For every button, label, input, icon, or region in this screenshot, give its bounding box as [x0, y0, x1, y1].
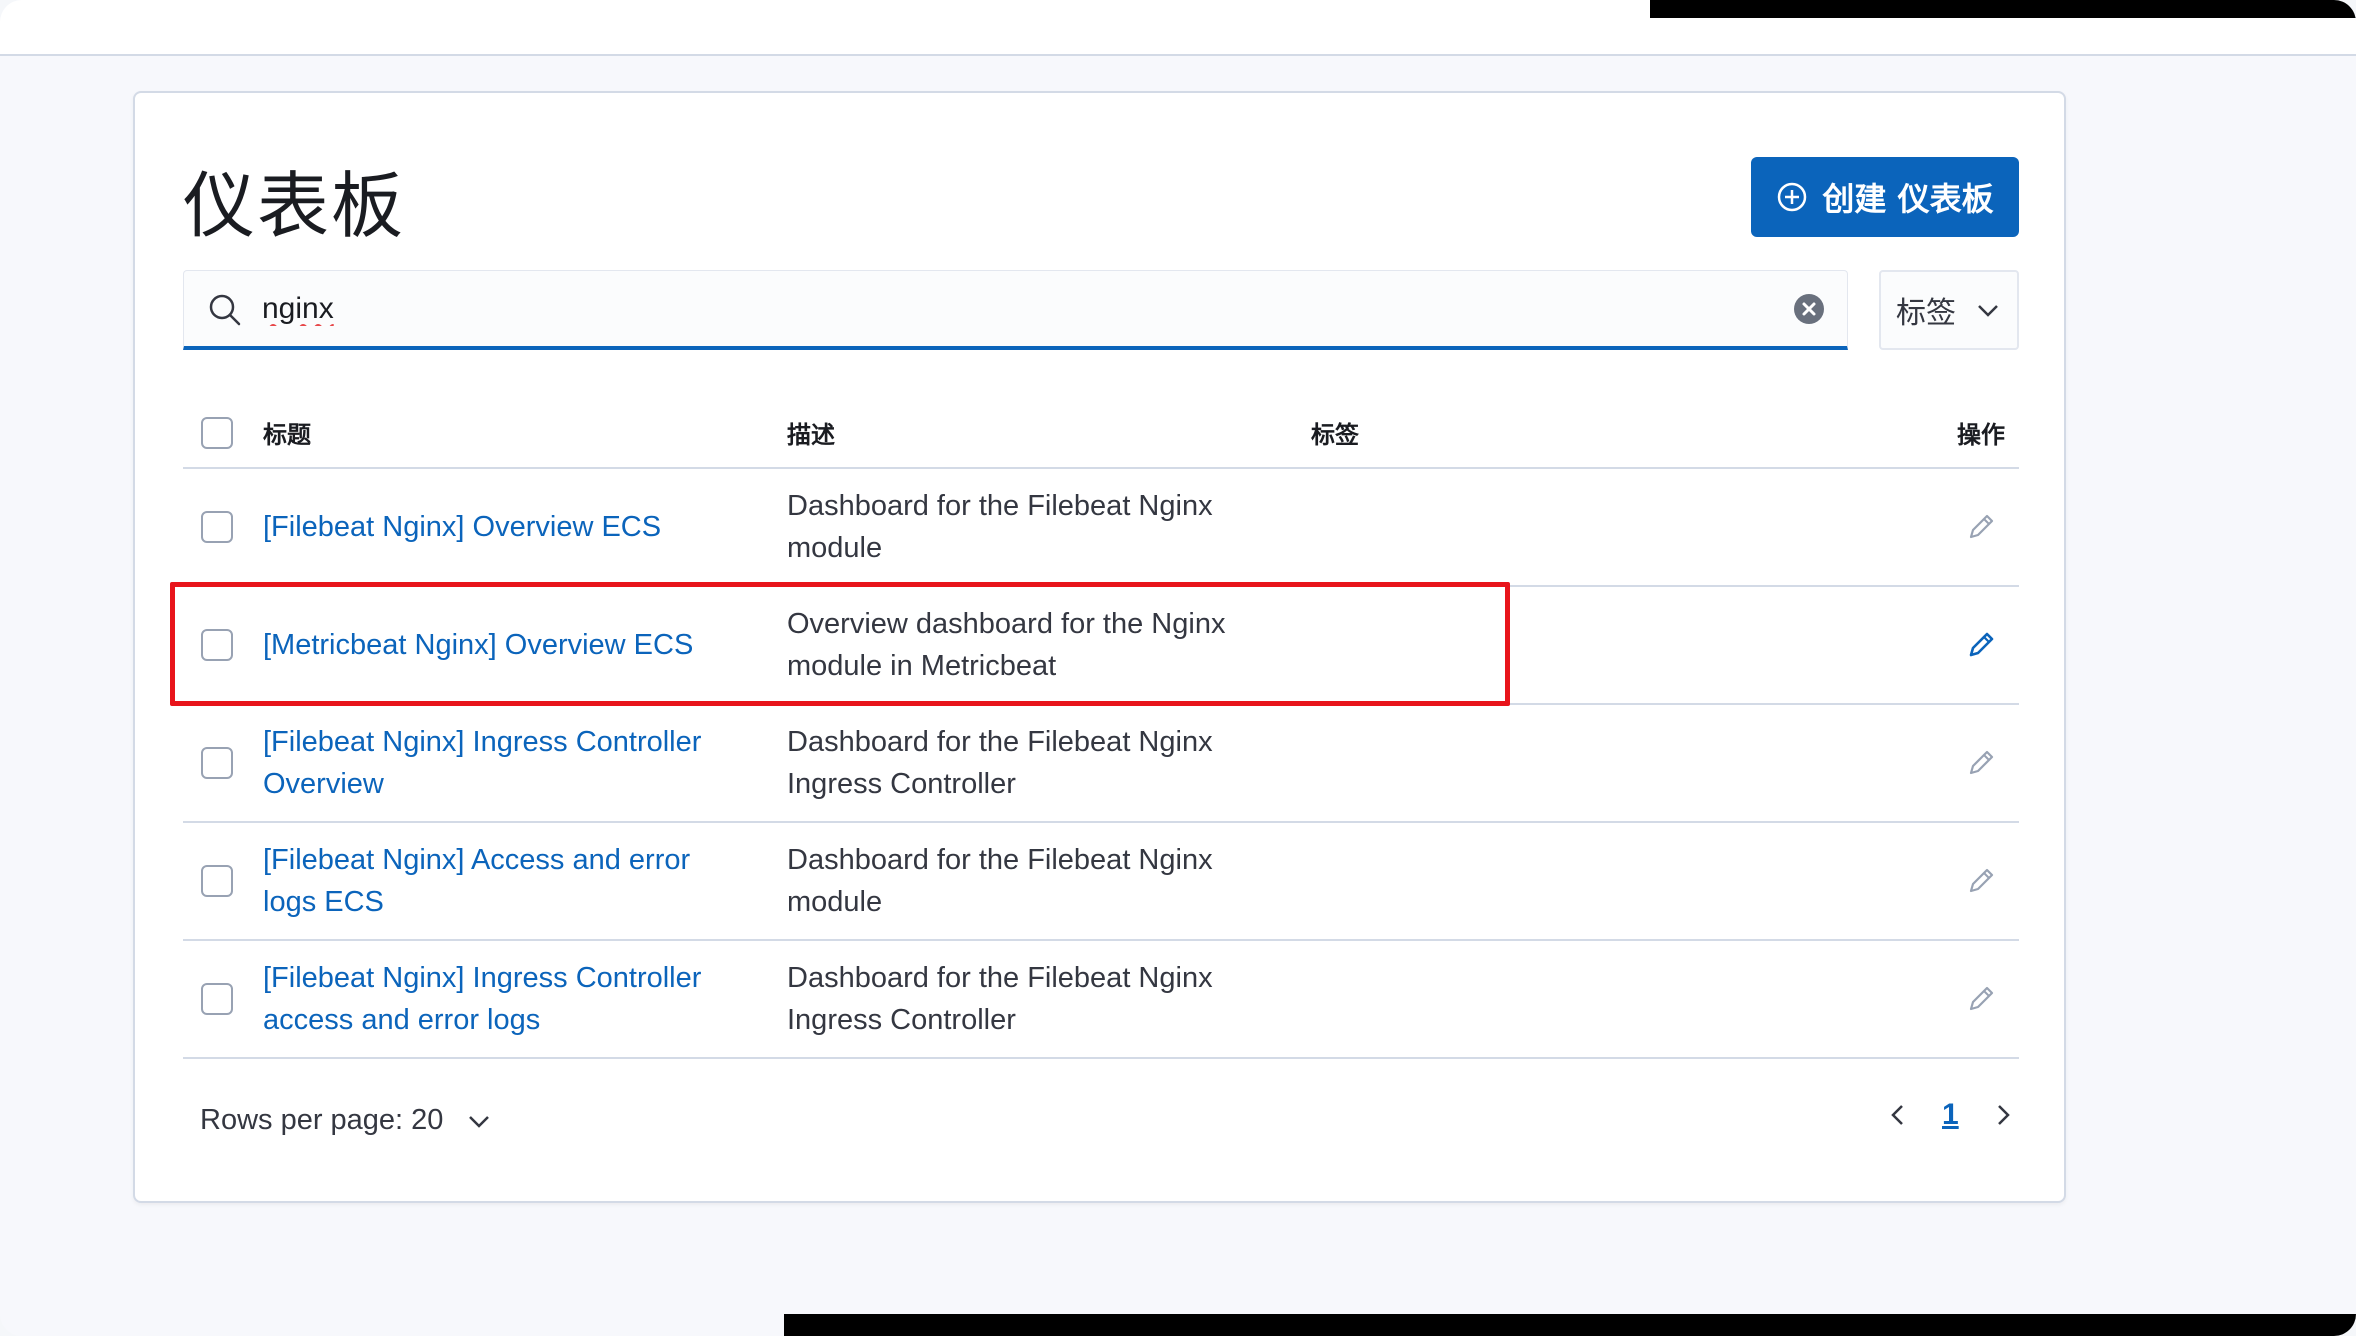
search-icon: [209, 294, 241, 326]
top-dark-strip: [1650, 0, 2356, 18]
row-checkbox[interactable]: [201, 983, 233, 1015]
page-title: 仪表板: [183, 164, 406, 248]
pencil-icon[interactable]: [1963, 981, 1999, 1017]
bottom-dark-strip: [784, 1314, 2356, 1336]
tags-filter-label: 标签: [1896, 296, 1956, 331]
create-dashboard-label: 创建 仪表板: [1822, 180, 1994, 218]
dashboard-title-link[interactable]: [Filebeat Nginx] Access and error logs E…: [263, 823, 733, 939]
rows-per-page-label: Rows per page: 20: [200, 1104, 444, 1136]
dashboards-table: 标题 描述 标签 操作 [Filebeat Nginx] Overview EC…: [183, 393, 2019, 1059]
column-tags: 标签: [1311, 421, 1359, 449]
table-header: 标题 描述 标签 操作: [183, 393, 2019, 469]
create-dashboard-button[interactable]: 创建 仪表板: [1751, 157, 2019, 237]
dashboard-description: Dashboard for the Filebeat Nginx Ingress…: [787, 962, 1213, 1036]
dashboard-title-link[interactable]: [Filebeat Nginx] Ingress Controller Over…: [263, 705, 733, 821]
page-number-button[interactable]: 1: [1942, 1098, 1959, 1132]
pencil-icon[interactable]: [1963, 509, 1999, 545]
dashboard-title-link[interactable]: [Filebeat Nginx] Ingress Controller acce…: [263, 941, 733, 1057]
table-row: [Filebeat Nginx] Access and error logs E…: [183, 823, 2019, 941]
chevron-right-icon[interactable]: [1989, 1101, 2017, 1129]
table-row: [Metricbeat Nginx] Overview ECS Overview…: [183, 587, 2019, 705]
select-all-checkbox[interactable]: [201, 417, 233, 449]
dashboard-description: Dashboard for the Filebeat Nginx module: [787, 490, 1213, 564]
table-row: [Filebeat Nginx] Ingress Controller Over…: [183, 705, 2019, 823]
search-input[interactable]: [262, 285, 1742, 333]
column-actions: 操作: [1957, 421, 2005, 449]
dashboard-description: Overview dashboard for the Nginx module …: [787, 608, 1226, 682]
pagination: 1: [1884, 1098, 2017, 1132]
table-row: [Filebeat Nginx] Overview ECS Dashboard …: [183, 469, 2019, 587]
dashboard-description: Dashboard for the Filebeat Nginx module: [787, 844, 1213, 918]
pencil-icon[interactable]: [1963, 745, 1999, 781]
chevron-left-icon[interactable]: [1884, 1101, 1912, 1129]
row-checkbox[interactable]: [201, 747, 233, 779]
tags-filter-button[interactable]: 标签: [1879, 270, 2019, 350]
dashboard-title-link[interactable]: [Filebeat Nginx] Overview ECS: [263, 469, 733, 585]
plus-circle-icon: [1778, 182, 1807, 212]
chevron-down-icon: [469, 1115, 490, 1128]
pencil-icon[interactable]: [1963, 627, 1999, 663]
dashboard-description: Dashboard for the Filebeat Nginx Ingress…: [787, 726, 1213, 800]
row-checkbox[interactable]: [201, 511, 233, 543]
dashboards-panel: 仪表板 创建 仪表板 标签: [133, 91, 2066, 1203]
rows-per-page-selector[interactable]: Rows per page: 20: [200, 1104, 493, 1137]
dashboard-title-link[interactable]: [Metricbeat Nginx] Overview ECS: [263, 587, 733, 703]
pencil-icon[interactable]: [1963, 863, 1999, 899]
column-description[interactable]: 描述: [787, 415, 835, 450]
row-checkbox[interactable]: [201, 865, 233, 897]
chevron-down-icon: [1978, 305, 1998, 317]
column-title[interactable]: 标题: [263, 415, 311, 450]
app-frame: 仪表板 创建 仪表板 标签: [0, 0, 2356, 1336]
table-row: [Filebeat Nginx] Ingress Controller acce…: [183, 941, 2019, 1059]
search-box: [183, 270, 1848, 350]
clear-icon[interactable]: [1793, 293, 1825, 325]
row-checkbox[interactable]: [201, 629, 233, 661]
